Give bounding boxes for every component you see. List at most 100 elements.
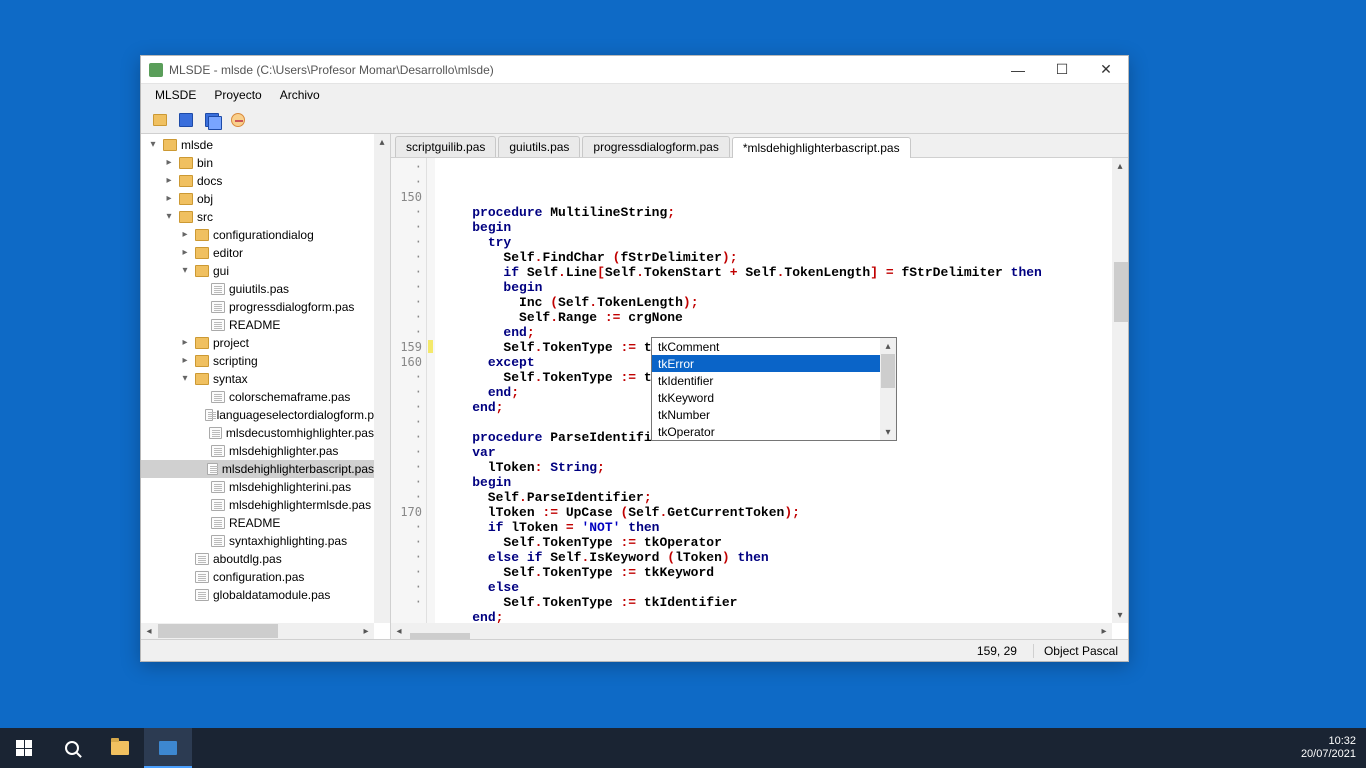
tree-folder[interactable]: ▾src xyxy=(141,208,374,226)
line-gutter: ··150·········159160·········170······ xyxy=(391,158,427,639)
editor-vscroll[interactable]: ▴ ▾ xyxy=(1112,158,1128,623)
scroll-left-icon[interactable]: ◂ xyxy=(391,623,407,639)
scroll-thumb[interactable] xyxy=(410,633,470,639)
minimize-button[interactable]: — xyxy=(996,56,1040,84)
tree-folder[interactable]: ▸configurationdialog xyxy=(141,226,374,244)
expander-icon[interactable]: ▾ xyxy=(163,208,175,226)
autocomplete-popup[interactable]: tkCommenttkErrortkIdentifiertkKeywordtkN… xyxy=(651,337,897,441)
autocomplete-scroll[interactable]: ▴ ▾ xyxy=(880,338,896,440)
tree-label: bin xyxy=(197,154,213,172)
sidebar-vscroll[interactable]: ▴ xyxy=(374,134,390,623)
save-button[interactable] xyxy=(175,109,197,131)
start-button[interactable] xyxy=(0,728,48,768)
menu-proyecto[interactable]: Proyecto xyxy=(206,86,269,104)
tree-folder[interactable]: ▸scripting xyxy=(141,352,374,370)
folder-icon xyxy=(179,157,193,169)
tree-file[interactable]: README xyxy=(141,316,374,334)
tree-file[interactable]: mlsdehighlighterbascript.pas xyxy=(141,460,374,478)
editor-tabs: scriptguilib.pasguiutils.pasprogressdial… xyxy=(391,134,1128,158)
scroll-right-icon[interactable]: ▸ xyxy=(358,623,374,639)
maximize-button[interactable]: ☐ xyxy=(1040,56,1084,84)
tree-file[interactable]: mlsdehighlightermlsde.pas xyxy=(141,496,374,514)
language-indicator: Object Pascal xyxy=(1033,644,1118,658)
autocomplete-item[interactable]: tkNumber xyxy=(652,406,880,423)
gutter-line: · xyxy=(391,265,422,280)
tree-label: mlsdehighlighterbascript.pas xyxy=(222,460,374,478)
scroll-up-icon[interactable]: ▴ xyxy=(374,134,390,150)
expander-icon[interactable]: ▸ xyxy=(179,244,191,262)
save-all-button[interactable] xyxy=(201,109,223,131)
tree-folder[interactable]: ▸ bin xyxy=(141,154,374,172)
expander-icon[interactable]: ▾ xyxy=(179,370,191,388)
folder-icon xyxy=(195,247,209,259)
expander-icon[interactable]: ▸ xyxy=(163,154,175,172)
close-button[interactable]: ✕ xyxy=(1084,56,1128,84)
system-tray[interactable]: 10:32 20/07/2021 xyxy=(1301,735,1366,761)
autocomplete-item[interactable]: tkComment xyxy=(652,338,880,355)
menu-mlsde[interactable]: MLSDE xyxy=(147,86,204,104)
file-icon xyxy=(205,409,213,421)
tree-folder[interactable]: ▾gui xyxy=(141,262,374,280)
expander-icon[interactable]: ▸ xyxy=(163,172,175,190)
editor-hscroll[interactable]: ◂ ▸ xyxy=(391,623,1112,639)
tree-file[interactable]: mlsdecustomhighlighter.pas xyxy=(141,424,374,442)
tree-label: mlsdecustomhighlighter.pas xyxy=(226,424,374,442)
tree-file[interactable]: languageselectordialogform.p xyxy=(141,406,374,424)
editor-tab[interactable]: guiutils.pas xyxy=(498,136,580,157)
tree-file[interactable]: colorschemaframe.pas xyxy=(141,388,374,406)
tree-file[interactable]: mlsdehighlighter.pas xyxy=(141,442,374,460)
app-taskbar-button[interactable] xyxy=(144,728,192,768)
expander-icon[interactable]: ▾ xyxy=(179,262,191,280)
scroll-right-icon[interactable]: ▸ xyxy=(1096,623,1112,639)
open-button[interactable] xyxy=(149,109,171,131)
scroll-down-icon[interactable]: ▾ xyxy=(1112,607,1128,623)
tree-file[interactable]: aboutdlg.pas xyxy=(141,550,374,568)
code-line: begin xyxy=(441,280,1122,295)
scroll-down-icon[interactable]: ▾ xyxy=(880,424,896,440)
expander-icon[interactable]: ▸ xyxy=(163,190,175,208)
close-file-button[interactable] xyxy=(227,109,249,131)
tree-label: colorschemaframe.pas xyxy=(229,388,350,406)
autocomplete-item[interactable]: tkKeyword xyxy=(652,389,880,406)
folder-icon xyxy=(195,337,209,349)
tree-file[interactable]: mlsdehighlighterini.pas xyxy=(141,478,374,496)
tree-folder[interactable]: ▸obj xyxy=(141,190,374,208)
search-button[interactable] xyxy=(48,728,96,768)
explorer-button[interactable] xyxy=(96,728,144,768)
scroll-up-icon[interactable]: ▴ xyxy=(880,338,896,354)
tree-file[interactable]: README xyxy=(141,514,374,532)
tree-file[interactable]: configuration.pas xyxy=(141,568,374,586)
scroll-thumb[interactable] xyxy=(881,354,895,388)
code-text[interactable]: procedure MultilineString; begin try Sel… xyxy=(435,158,1128,639)
autocomplete-item[interactable]: tkOperator xyxy=(652,423,880,440)
tree-label: project xyxy=(213,334,249,352)
tree-file[interactable]: globaldatamodule.pas xyxy=(141,586,374,604)
autocomplete-item[interactable]: tkError xyxy=(652,355,880,372)
expander-icon[interactable]: ▸ xyxy=(179,334,191,352)
tree-file[interactable]: guiutils.pas xyxy=(141,280,374,298)
editor-tab[interactable]: scriptguilib.pas xyxy=(395,136,496,157)
menu-archivo[interactable]: Archivo xyxy=(272,86,328,104)
tree-folder[interactable]: ▸ project xyxy=(141,334,374,352)
tree-folder[interactable]: ▸docs xyxy=(141,172,374,190)
gutter-line: · xyxy=(391,430,422,445)
sidebar-hscroll[interactable]: ◂ ▸ xyxy=(141,623,374,639)
project-tree[interactable]: ▾mlsde▸bin▸docs▸obj▾src▸configurationdia… xyxy=(141,134,374,606)
editor-tab[interactable]: *mlsdehighlighterbascript.pas xyxy=(732,137,911,158)
expander-icon[interactable]: ▾ xyxy=(147,136,159,154)
scroll-left-icon[interactable]: ◂ xyxy=(141,623,157,639)
scroll-thumb[interactable] xyxy=(158,624,278,638)
expander-icon[interactable]: ▸ xyxy=(179,226,191,244)
tree-file[interactable]: progressdialogform.pas xyxy=(141,298,374,316)
tree-file[interactable]: syntaxhighlighting.pas xyxy=(141,532,374,550)
editor-tab[interactable]: progressdialogform.pas xyxy=(582,136,729,157)
tree-folder[interactable]: ▾mlsde xyxy=(141,136,374,154)
tree-folder[interactable]: ▾syntax xyxy=(141,370,374,388)
expander-icon[interactable]: ▸ xyxy=(179,352,191,370)
taskbar: 10:32 20/07/2021 xyxy=(0,728,1366,768)
scroll-thumb[interactable] xyxy=(1114,262,1128,322)
autocomplete-item[interactable]: tkIdentifier xyxy=(652,372,880,389)
explorer-icon xyxy=(111,741,129,755)
tree-folder[interactable]: ▸editor xyxy=(141,244,374,262)
scroll-up-icon[interactable]: ▴ xyxy=(1112,158,1128,174)
